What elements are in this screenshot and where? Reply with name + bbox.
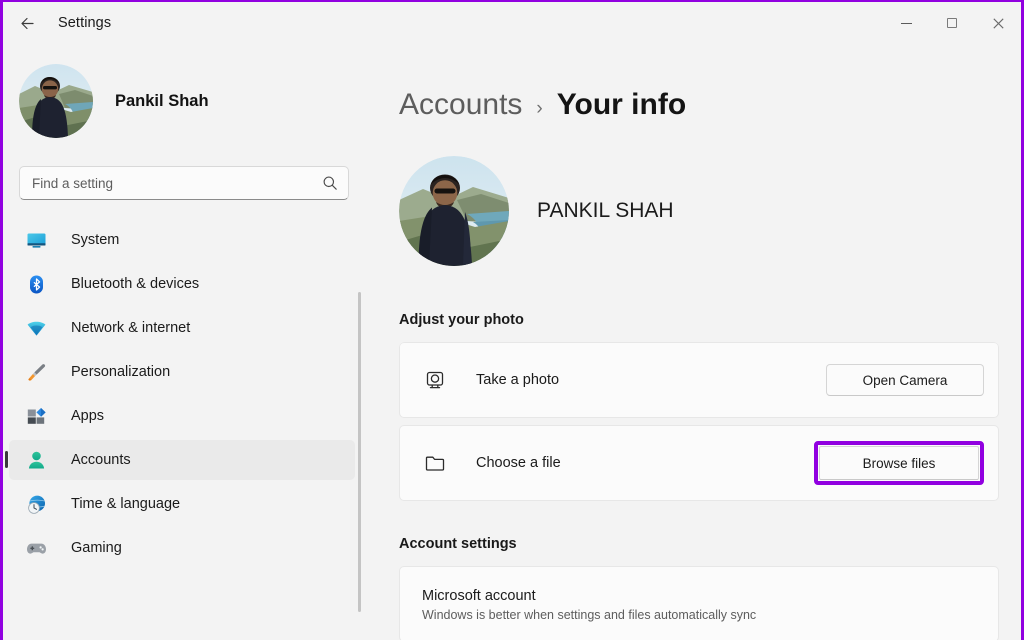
paintbrush-icon [25,361,47,383]
breadcrumb: Accounts › Your info [399,88,999,122]
sidebar-item-label: System [71,232,119,248]
search-input[interactable] [32,176,322,191]
take-a-photo-row: Take a photo Open Camera [399,342,999,418]
maximize-button[interactable] [929,2,975,44]
account-display-name: PANKIL SHAH [537,199,674,223]
window-caption-buttons [883,2,1021,44]
browse-files-button[interactable]: Browse files [819,446,979,480]
highlight-annotation: Browse files [814,441,984,485]
sidebar-item-bluetooth-devices[interactable]: Bluetooth & devices [9,264,355,304]
window-body: Pankil Shah [3,44,1021,640]
browse-files-action: Browse files [814,441,984,485]
sidebar-item-label: Network & internet [71,320,190,336]
folder-icon [422,451,448,475]
sidebar-item-label: Apps [71,408,104,424]
sidebar-item-label: Bluetooth & devices [71,276,199,292]
user-avatar-photo [19,64,93,138]
sidebar-item-label: Gaming [71,540,122,556]
sidebar-scrollbar[interactable] [358,292,361,612]
gamepad-icon [25,537,47,559]
settings-window: Settings [0,0,1024,640]
sidebar-item-label: Personalization [71,364,170,380]
microsoft-account-title: Microsoft account [422,588,536,604]
back-arrow-icon [19,15,36,32]
profile-name: Pankil Shah [115,92,209,111]
open-camera-action: Open Camera [826,364,984,396]
camera-icon [422,368,448,392]
title-bar: Settings [3,2,1021,44]
wifi-icon [25,317,47,339]
sidebar-profile[interactable]: Pankil Shah [3,54,365,152]
search-icon[interactable] [322,175,338,191]
microsoft-account-description: Windows is better when settings and file… [422,608,756,622]
close-icon [993,18,1004,29]
sidebar-item-accounts[interactable]: Accounts [9,440,355,480]
avatar [399,156,509,266]
app-title: Settings [58,15,111,31]
adjust-photo-card-group: Take a photo Open Camera Choose a file [399,342,999,508]
breadcrumb-separator-icon: › [536,98,542,120]
clock-globe-icon [25,493,47,515]
maximize-icon [947,18,957,28]
microsoft-account-row[interactable]: Microsoft account Windows is better when… [399,566,999,640]
account-header: PANKIL SHAH [399,156,999,266]
take-a-photo-label: Take a photo [476,372,559,388]
microsoft-account-text: Microsoft account Windows is better when… [422,587,756,622]
apps-icon [25,405,47,427]
content-pane: Accounts › Your info [365,44,1021,640]
sidebar-item-network-internet[interactable]: Network & internet [9,308,355,348]
sidebar-item-time-language[interactable]: Time & language [9,484,355,524]
close-button[interactable] [975,2,1021,44]
sidebar-item-personalization[interactable]: Personalization [9,352,355,392]
back-button[interactable] [10,8,44,38]
account-settings-section-title: Account settings [399,536,999,552]
sidebar-nav: System Bluetooth & devices [3,220,365,568]
person-icon [25,449,47,471]
avatar [19,64,93,138]
open-camera-button[interactable]: Open Camera [826,364,984,396]
sidebar-item-gaming[interactable]: Gaming [9,528,355,568]
adjust-photo-section-title: Adjust your photo [399,312,999,328]
sidebar: Pankil Shah [3,44,365,640]
sidebar-item-apps[interactable]: Apps [9,396,355,436]
choose-a-file-row: Choose a file Browse files [399,425,999,501]
sidebar-item-system[interactable]: System [9,220,355,260]
sidebar-item-label: Accounts [71,452,131,468]
search-container [3,152,365,200]
search-box[interactable] [19,166,349,200]
sidebar-item-label: Time & language [71,496,180,512]
minimize-button[interactable] [883,2,929,44]
user-avatar-photo-large [399,156,509,266]
bluetooth-icon [25,273,47,295]
page-title: Your info [557,88,686,122]
minimize-icon [901,23,912,24]
monitor-icon [25,229,47,251]
choose-a-file-label: Choose a file [476,455,561,471]
breadcrumb-parent[interactable]: Accounts [399,88,522,122]
